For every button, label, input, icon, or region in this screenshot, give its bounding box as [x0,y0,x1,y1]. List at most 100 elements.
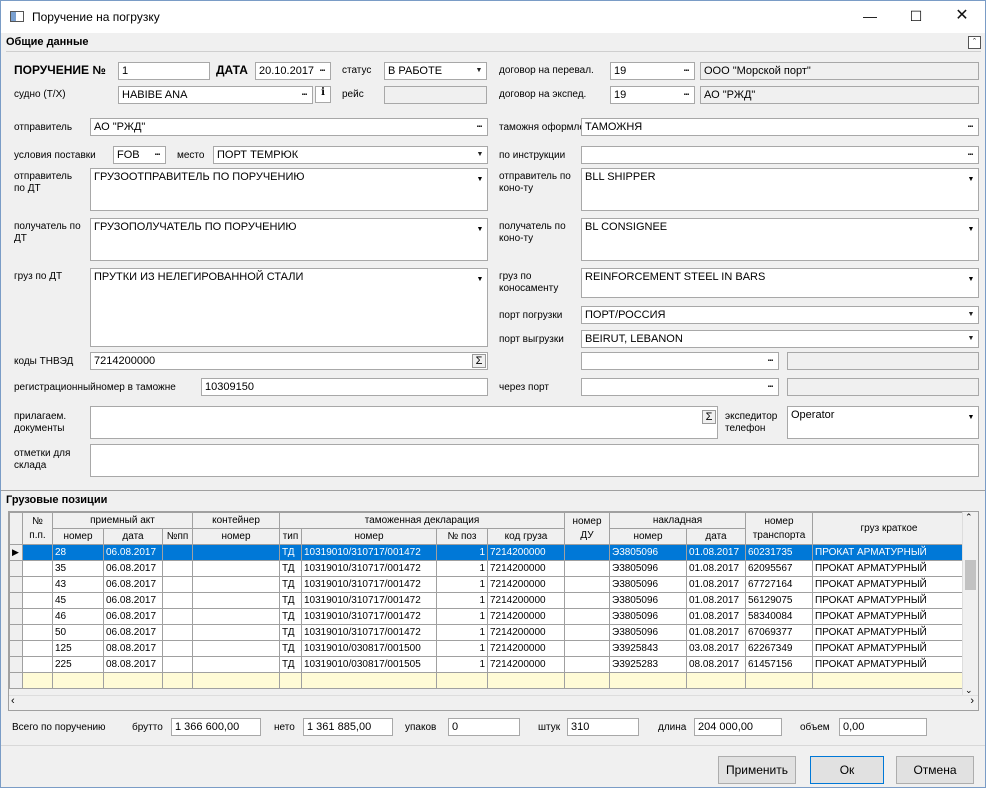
cell-type[interactable]: ТД [279,544,302,561]
cell-type[interactable]: ТД [279,640,302,657]
scroll-right-icon[interactable]: › [970,695,974,707]
cell-npp[interactable] [162,624,193,641]
cell-short[interactable]: ПРОКАТ АРМАТУРНЫЙ [812,640,966,657]
header-npp[interactable]: №пп [162,528,193,545]
cell-npp[interactable] [162,592,193,609]
browse-icon[interactable]: ... [962,119,978,135]
cell-wb[interactable]: Э3805096 [609,544,687,561]
cell-type[interactable]: ТД [279,560,302,577]
cell-cont[interactable] [192,656,280,673]
table-row[interactable]: 45 06.08.2017 ТД 10319010/310717/001472 1 721… [9,592,966,609]
ok-button[interactable]: Ок [810,756,884,784]
cell-acc-no[interactable]: 45 [52,592,104,609]
table-row[interactable]: ▶ 28 06.08.2017 ТД 10319010/310717/001472 1 72… [9,544,966,561]
dropdown-icon[interactable]: ▼ [964,269,978,289]
table-row[interactable]: 35 06.08.2017 ТД 10319010/310717/001472 1 721… [9,560,966,577]
totals-row[interactable] [9,672,966,689]
cell-short[interactable]: ПРОКАТ АРМАТУРНЫЙ [812,576,966,593]
cell-np[interactable] [22,608,53,625]
dropdown-icon[interactable]: ▼ [473,219,487,239]
browse-icon[interactable]: ... [962,147,978,163]
cell-du[interactable] [564,560,610,577]
vessel-field[interactable]: HABIBE ANA... [118,86,313,104]
header-wb-no[interactable]: номер [609,528,687,545]
dropdown-icon[interactable]: ▼ [473,269,487,289]
cell-du[interactable] [564,640,610,657]
cell-code[interactable]: 7214200000 [487,624,565,641]
scroll-left-icon[interactable]: ‹ [11,695,15,707]
cell-cont[interactable] [192,592,280,609]
cell-wb-date[interactable]: 01.08.2017 [686,544,746,561]
scroll-thumb[interactable] [965,560,976,590]
cell-du[interactable] [564,656,610,673]
place-select[interactable]: ПОРТ ТЕМРЮК ▼ [213,146,488,164]
delivery-field[interactable]: FOB... [113,146,166,164]
dropdown-icon[interactable]: ▼ [473,169,487,189]
cell-decl[interactable]: 10319010/310717/001472 [301,544,437,561]
cell-du[interactable] [564,544,610,561]
row-indicator[interactable] [9,624,23,641]
row-indicator[interactable] [9,640,23,657]
cell-tr[interactable]: 60231735 [745,544,813,561]
cell-code[interactable]: 7214200000 [487,640,565,657]
header-code[interactable]: код груза [487,528,565,545]
cell-short[interactable]: ПРОКАТ АРМАТУРНЫЙ [812,544,966,561]
apply-button[interactable]: Применить [718,756,796,784]
header-pos[interactable]: № поз [436,528,488,545]
receiver-bl-field[interactable]: BL CONSIGNEE ▼ [581,218,979,261]
cell-du[interactable] [564,592,610,609]
cell-type[interactable]: ТД [279,624,302,641]
order-number-field[interactable]: 1 [118,62,210,80]
port-unload-select[interactable]: BEIRUT, LEBANON ▼ [581,330,979,348]
cell-type[interactable]: ТД [279,576,302,593]
browse-icon[interactable]: ... [678,87,694,103]
chevron-down-icon[interactable]: ▼ [964,407,978,427]
length-field[interactable]: 204 000,00 [694,718,782,736]
via-port-field[interactable]: ... [581,378,779,396]
cell-acc-no[interactable]: 225 [52,656,104,673]
cell-du[interactable] [564,576,610,593]
cargo-dt-field[interactable]: ПРУТКИ ИЗ НЕЛЕГИРОВАННОЙ СТАЛИ ▼ [90,268,488,347]
cell-decl[interactable]: 10319010/030817/001500 [301,640,437,657]
dropdown-icon[interactable]: ▼ [964,219,978,239]
cell-pos[interactable]: 1 [436,576,488,593]
cell-pos[interactable]: 1 [436,640,488,657]
cell-wb-date[interactable]: 01.08.2017 [686,592,746,609]
cell-wb-date[interactable]: 01.08.2017 [686,576,746,593]
header-decl-no[interactable]: номер [301,528,437,545]
cell-wb-date[interactable]: 01.08.2017 [686,624,746,641]
cell-acc-date[interactable]: 08.08.2017 [103,656,163,673]
cell-wb-date[interactable]: 01.08.2017 [686,560,746,577]
row-indicator[interactable] [9,656,23,673]
horizontal-scrollbar[interactable]: ‹ › [9,695,978,710]
cell-acc-date[interactable]: 06.08.2017 [103,576,163,593]
header-acc-date[interactable]: дата [103,528,163,545]
cell-acc-no[interactable]: 28 [52,544,104,561]
header-cont-no[interactable]: номер [192,528,280,545]
cell-decl[interactable]: 10319010/030817/001505 [301,656,437,673]
cell-np[interactable] [22,640,53,657]
cell-wb[interactable]: Э3805096 [609,624,687,641]
cell-acc-no[interactable]: 35 [52,560,104,577]
minimize-icon[interactable]: — [847,1,893,32]
collapse-icon[interactable]: ˆ [968,36,981,49]
cargo-bl-field[interactable]: REINFORCEMENT STEEL IN BARS ▼ [581,268,979,298]
docs-field[interactable]: Σ [90,406,718,439]
cell-code[interactable]: 7214200000 [487,560,565,577]
cell-tr[interactable]: 67069377 [745,624,813,641]
cell-np[interactable] [22,560,53,577]
table-row[interactable]: 225 08.08.2017 ТД 10319010/030817/001505 1 72… [9,656,966,673]
cell-acc-date[interactable]: 06.08.2017 [103,608,163,625]
carrier-contract-field[interactable]: 19... [610,62,695,80]
dropdown-icon[interactable]: ▼ [964,169,978,189]
vertical-scrollbar[interactable]: ⌃ ⌄ [962,512,978,696]
chevron-down-icon[interactable]: ▼ [964,331,978,347]
net-field[interactable]: 1 361 885,00 [303,718,393,736]
volume-field[interactable]: 0,00 [839,718,927,736]
header-np[interactable]: № п.п. [22,512,53,545]
cell-tr[interactable]: 58340084 [745,608,813,625]
cell-code[interactable]: 7214200000 [487,608,565,625]
cell-tr[interactable]: 62095567 [745,560,813,577]
cell-pos[interactable]: 1 [436,656,488,673]
cell-wb[interactable]: Э3925843 [609,640,687,657]
